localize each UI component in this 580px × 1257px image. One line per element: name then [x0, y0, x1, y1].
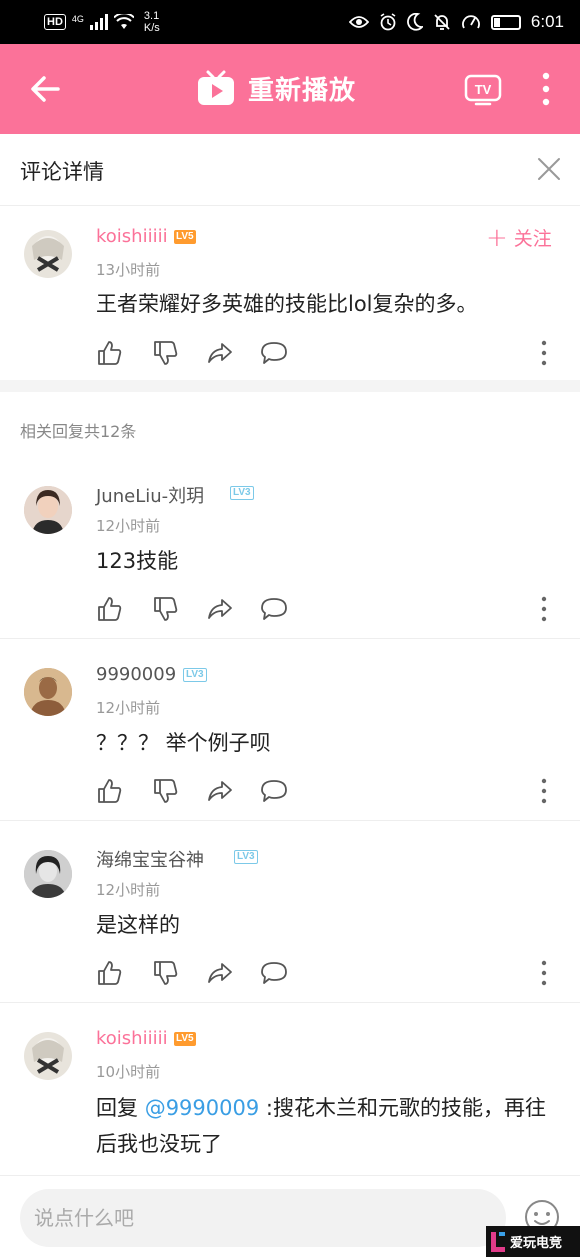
avatar[interactable]: [24, 230, 72, 278]
network-speed: 3.1 K/s: [143, 10, 160, 34]
reply-count: 相关回复共12条: [20, 422, 137, 441]
thumbs-up-icon[interactable]: [96, 777, 124, 805]
comment-text: 123技能: [96, 549, 179, 573]
hd-indicator: HD: [44, 14, 66, 30]
battery-icon: [490, 14, 521, 30]
avatar-image: [32, 236, 64, 272]
close-icon[interactable]: [537, 157, 561, 181]
thumbs-down-icon[interactable]: [152, 959, 180, 987]
more-vertical-icon[interactable]: [540, 340, 548, 366]
network-type: 4G: [71, 14, 84, 24]
avatar[interactable]: [24, 486, 72, 534]
plus-icon: +: [486, 222, 508, 253]
more-vertical-icon[interactable]: [540, 960, 548, 986]
avatar-image: [24, 668, 72, 716]
thumbs-up-icon[interactable]: [96, 339, 124, 367]
alarm-icon: [380, 13, 396, 31]
avatar[interactable]: [24, 850, 72, 898]
replay-button[interactable]: 重新播放: [196, 68, 356, 108]
thumbs-down-icon[interactable]: [152, 595, 180, 623]
follow-button[interactable]: + 关注: [486, 224, 552, 251]
share-icon[interactable]: [206, 777, 234, 805]
username[interactable]: JuneLiu-刘玥: [96, 482, 204, 508]
eye-icon: [348, 16, 369, 28]
watermark-logo: 爱玩电竞: [486, 1226, 580, 1257]
app-bar: 重新播放 TV: [0, 44, 580, 134]
tv-label: TV: [475, 82, 492, 97]
comment-time: 10小时前: [96, 1063, 161, 1081]
more-vertical-icon[interactable]: [540, 596, 548, 622]
panel-title: 评论详情: [20, 160, 104, 184]
thumbs-up-icon[interactable]: [96, 959, 124, 987]
thumbs-down-icon[interactable]: [152, 339, 180, 367]
divider: [0, 638, 580, 639]
thumbs-down-icon[interactable]: [152, 777, 180, 805]
thumbs-up-icon[interactable]: [96, 595, 124, 623]
share-icon[interactable]: [206, 959, 234, 987]
divider: [0, 1002, 580, 1003]
username[interactable]: 海绵宝宝谷神: [96, 846, 204, 872]
comment-text: 回复 @9990009 :搜花木兰和元歌的技能，再往后我也没玩了: [96, 1090, 562, 1162]
moon-icon: [407, 13, 423, 31]
mention-link[interactable]: @9990009: [145, 1096, 260, 1120]
username[interactable]: koishiiiii: [96, 1028, 168, 1049]
cast-tv-icon[interactable]: TV: [464, 74, 502, 106]
level-badge: LV3: [234, 850, 258, 864]
comment-bubble-icon[interactable]: [260, 777, 288, 805]
avatar-image: [24, 486, 72, 534]
more-vertical-icon[interactable]: [538, 72, 554, 106]
share-icon[interactable]: [206, 339, 234, 367]
tv-play-icon: [198, 70, 234, 105]
level-badge: LV5: [174, 230, 196, 244]
username[interactable]: koishiiiii: [96, 226, 168, 247]
comment-time: 13小时前: [96, 261, 161, 279]
avatar[interactable]: [24, 668, 72, 716]
comment-time: 12小时前: [96, 517, 161, 535]
comment-bubble-icon[interactable]: [260, 959, 288, 987]
comment-text: 是这样的: [96, 913, 180, 937]
avatar-image: [24, 850, 72, 898]
follow-label: 关注: [513, 228, 552, 250]
comment-input[interactable]: 说点什么吧: [20, 1189, 506, 1247]
comment-detail-header: 评论详情: [0, 134, 580, 206]
status-bar: HD 4G 3.1 K/s 6:01: [0, 0, 580, 44]
share-icon[interactable]: [206, 595, 234, 623]
more-vertical-icon[interactable]: [540, 778, 548, 804]
reply-prefix: 回复: [96, 1096, 145, 1120]
comment-time: 12小时前: [96, 699, 161, 717]
speed-gauge-icon: [462, 15, 480, 29]
comment-bubble-icon[interactable]: [260, 339, 288, 367]
level-badge: LV3: [230, 486, 254, 500]
comment-bubble-icon[interactable]: [260, 595, 288, 623]
avatar-image: [32, 1038, 64, 1074]
app-bar-title: 重新播放: [248, 75, 357, 106]
level-badge: LV3: [183, 668, 207, 682]
watermark-text: 爱玩电竞: [510, 1235, 563, 1250]
divider: [0, 820, 580, 821]
signal-icon: [89, 14, 108, 30]
username[interactable]: 9990009: [96, 664, 176, 685]
clock: 6:01: [530, 12, 564, 31]
comment-time: 12小时前: [96, 881, 161, 899]
back-arrow-icon[interactable]: [28, 72, 62, 106]
section-gap: [0, 380, 580, 392]
comment-text: ？？？ 举个例子呗: [96, 731, 271, 755]
logo-mark-icon: [491, 1231, 505, 1252]
level-badge: LV5: [174, 1032, 196, 1046]
wifi-icon: [113, 14, 134, 29]
comment-text: 王者荣耀好多英雄的技能比lol复杂的多。: [96, 292, 478, 316]
mute-bell-icon: [434, 14, 450, 30]
avatar[interactable]: [24, 1032, 72, 1080]
